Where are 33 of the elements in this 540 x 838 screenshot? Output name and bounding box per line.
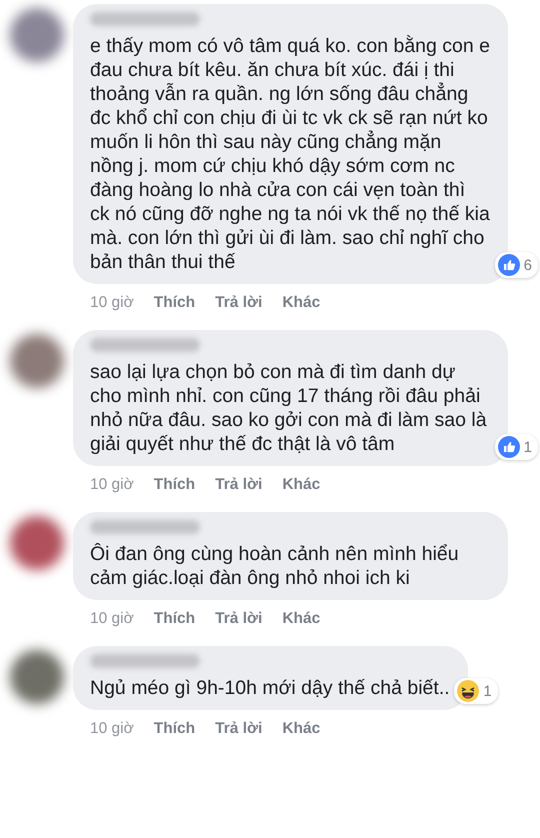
comment-action-link[interactable]: Trả lời (215, 720, 262, 738)
comment-text: e thấy mom có vô tâm quá ko. con bằng con e đau chưa bít kêu. ăn chưa bít xúc. đái ị thi thoảng vẫn ra quần. ng lớn sống đâu chẳng đc khổ chỉ con chịu đi ùi tc vk ck sẽ rạn nứt ko muốn li hôn thì sau này cũng chẳng mặn nồng j. mom cứ chịu khó dậy sớm cơm nc đàng hoàng lo nhà cửa con cái vẹn toàn thì ck nó cũng đỡ nghe ng ta nói vk thế nọ thế kia mà. con lớn thì gửi ùi đi làm. sao chỉ nghĩ cho bản thân thui thế (90, 34, 490, 274)
comment-time: 10 giờ (90, 720, 134, 738)
avatar[interactable] (10, 334, 64, 388)
avatar[interactable] (10, 516, 64, 570)
thumbs-up-icon (498, 254, 520, 276)
comment-action-link[interactable]: Khác (282, 476, 320, 494)
comment-action-link[interactable]: Trả lời (215, 610, 262, 628)
avatar[interactable] (10, 650, 64, 704)
laughing-face-icon (457, 680, 480, 702)
reaction-badge[interactable]: 1 (454, 678, 498, 704)
avatar[interactable] (10, 8, 64, 62)
comment-action-link[interactable]: Khác (282, 294, 320, 312)
comment-action-link[interactable]: Trả lời (215, 294, 262, 312)
comment-action-link[interactable]: Khác (282, 720, 320, 738)
comment-action-link[interactable]: Thích (154, 720, 196, 738)
thumbs-up-icon (498, 436, 520, 458)
reaction-count: 1 (524, 438, 532, 456)
comment-text: Ôi đan ông cùng hoàn cảnh nên mình hiểu cảm giác.loại đàn ông nhỏ nhoi ich ki (90, 542, 460, 590)
reaction-badge[interactable]: 1 (494, 434, 538, 460)
comment-time: 10 giờ (90, 476, 134, 494)
comment-text: Ngủ méo gì 9h-10h mới dậy thế chả biết.. (90, 676, 450, 700)
comment-action-link[interactable]: Thích (154, 294, 196, 312)
comment-action-link[interactable]: Thích (154, 476, 196, 494)
comment-action-link[interactable]: Khác (282, 610, 320, 628)
reaction-count: 6 (524, 256, 532, 274)
comment-action-link[interactable]: Trả lời (215, 476, 262, 494)
comment-time: 10 giờ (90, 610, 134, 628)
comment-time: 10 giờ (90, 294, 134, 312)
reaction-badge[interactable]: 6 (494, 252, 538, 278)
comment-text: sao lại lựa chọn bỏ con mà đi tìm danh dự cho mình nhỉ. con cũng 17 tháng rồi đâu phải nhỏ nữa đâu. sao ko gởi con mà đi làm sao là giải quyết như thế đc thật là vô tâm (90, 360, 488, 456)
reaction-count: 1 (483, 682, 492, 700)
comment-action-link[interactable]: Thích (154, 610, 196, 628)
